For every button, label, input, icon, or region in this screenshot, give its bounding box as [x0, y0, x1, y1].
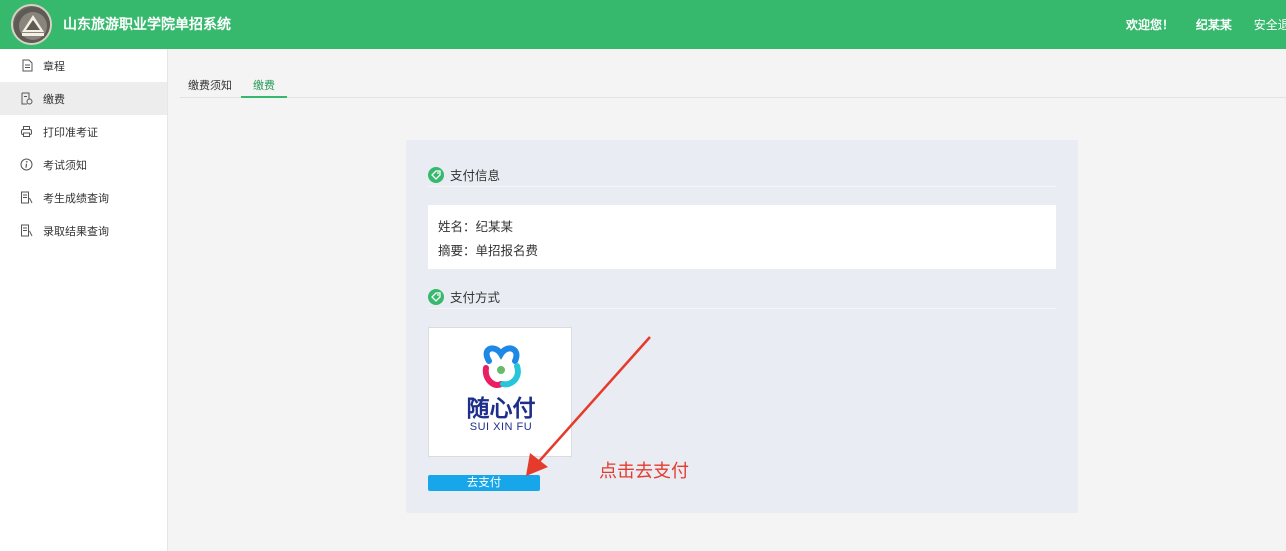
section-title: 支付方式: [450, 290, 501, 305]
printer-icon: [20, 125, 33, 139]
payment-info-box: 姓名：纪某某 摘要：单招报名费: [428, 205, 1056, 269]
top-header: 山东旅游职业学院单招系统 欢迎您！ 纪某某 安全退出: [0, 0, 1286, 49]
sidebar-item-label: 考生成绩查询: [43, 191, 109, 205]
sidebar-item-print-admission[interactable]: 打印准考证: [0, 115, 167, 148]
sidebar-item-charter[interactable]: 章程: [0, 49, 167, 82]
sidebar: 章程 缴费 打印准考证 考试须知 考生成绩查询 录取结果查询: [0, 49, 168, 551]
summary-value: 摘要：单招报名费: [438, 243, 539, 258]
logout-link[interactable]: 安全退出: [1254, 18, 1286, 32]
report-icon: [20, 224, 33, 238]
sidebar-item-label: 章程: [43, 59, 65, 73]
section-title: 支付信息: [450, 168, 501, 183]
site-title: 山东旅游职业学院单招系统: [63, 17, 231, 33]
sidebar-item-exam-notice[interactable]: 考试须知: [0, 148, 167, 181]
sidebar-item-label: 打印准考证: [43, 125, 98, 139]
annotation-text: 点击去支付: [599, 461, 689, 482]
user-name[interactable]: 纪某某: [1196, 18, 1232, 32]
sidebar-item-label: 录取结果查询: [43, 224, 109, 238]
welcome-text: 欢迎您！: [1126, 18, 1175, 32]
sidebar-item-label: 考试须知: [43, 158, 87, 172]
tab-payment-notice[interactable]: 缴费须知: [180, 70, 240, 98]
tag-icon: [428, 288, 444, 305]
payment-info-header: 支付信息: [428, 163, 1056, 187]
payment-panel: 支付信息 姓名：纪某某 摘要：单招报名费 支付方式 随心付 SUI XIN FU…: [406, 140, 1078, 513]
sidebar-item-payment[interactable]: 缴费: [0, 82, 167, 115]
report-icon: [20, 191, 33, 205]
header-user-area: 欢迎您！ 纪某某 安全退出: [1126, 16, 1286, 33]
name-value: 姓名：纪某某: [438, 219, 514, 234]
payment-icon: [20, 92, 33, 106]
school-logo: [11, 4, 52, 45]
info-icon: [20, 158, 33, 172]
tab-bar: 缴费须知 缴费: [180, 70, 1286, 98]
payment-method-header: 支付方式: [428, 285, 1056, 309]
tag-icon: [428, 166, 444, 183]
sidebar-item-label: 缴费: [43, 92, 65, 106]
sidebar-item-admission-result[interactable]: 录取结果查询: [0, 214, 167, 247]
tab-payment[interactable]: 缴费: [241, 70, 287, 98]
document-icon: [20, 59, 33, 73]
sidebar-item-score-query[interactable]: 考生成绩查询: [0, 181, 167, 214]
